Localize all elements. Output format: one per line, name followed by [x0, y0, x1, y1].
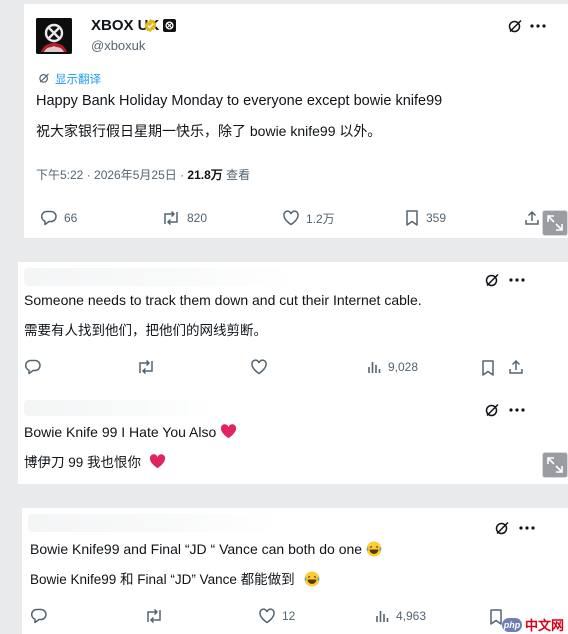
views-button[interactable]: 4,963 — [374, 608, 426, 624]
reply-translation: 需要有人找到他们，把他们的网线剪断。 — [24, 323, 267, 338]
like-count: 1.2万 — [306, 211, 335, 226]
red-heart-icon — [145, 454, 166, 470]
main-post-card: XBOX UK @xboxuk 显示翻译 Happy Bank Holiday … — [24, 4, 568, 238]
reply-icon[interactable] — [30, 607, 48, 625]
grok-icon[interactable] — [507, 18, 523, 34]
reply-text: Bowie Knife99 and Final “JD “ Vance can … — [30, 541, 382, 557]
like-button[interactable]: 12 — [258, 607, 295, 625]
like-count: 12 — [282, 609, 296, 623]
reply-icon[interactable] — [24, 358, 42, 376]
repost-icon[interactable] — [144, 607, 164, 625]
share-icon[interactable] — [524, 210, 540, 226]
views-label[interactable]: 查看 — [223, 168, 250, 182]
reply-icon — [40, 209, 58, 227]
affiliate-badge-icon[interactable] — [163, 19, 176, 37]
reply-thread-card: Someone needs to track them down and cut… — [18, 262, 568, 484]
reply-text: Bowie Knife 99 I Hate You Also — [24, 424, 237, 440]
reply-text: Someone needs to track them down and cut… — [24, 292, 422, 308]
laughing-emoji-icon — [298, 571, 320, 587]
post-timestamp[interactable]: 下午5:22 · 2026年5月25日 · — [36, 168, 187, 182]
post-meta: 下午5:22 · 2026年5月25日 · 21.8万 查看 — [36, 166, 250, 183]
more-options-icon[interactable] — [519, 526, 535, 530]
expand-icon — [546, 456, 564, 479]
reply-text-content: Bowie Knife99 and Final “JD “ Vance can … — [30, 541, 363, 557]
views-count: 21.8万 — [187, 168, 223, 182]
heart-outline-icon — [282, 209, 300, 227]
site-watermark: php 中文网 — [501, 615, 564, 634]
expand-icon — [546, 214, 564, 237]
author-handle[interactable]: @xboxuk — [91, 38, 145, 53]
show-translation-link[interactable]: 显示翻译 — [55, 71, 101, 87]
reply-text-content: Bowie Knife 99 I Hate You Also — [24, 424, 217, 440]
post-text: Happy Bank Holiday Monday to everyone ex… — [36, 93, 443, 109]
views-count: 4,963 — [396, 609, 427, 623]
expand-image-button[interactable] — [542, 210, 568, 236]
views-button[interactable]: 9,028 — [366, 359, 418, 375]
share-icon[interactable] — [508, 359, 524, 375]
grok-icon[interactable] — [484, 272, 500, 288]
watermark-logo: php — [501, 617, 522, 632]
more-options-icon[interactable] — [509, 278, 525, 282]
reply-count: 66 — [64, 211, 78, 225]
verified-badge-icon — [143, 18, 158, 38]
laughing-emoji-icon — [366, 541, 382, 557]
more-options-icon[interactable] — [530, 24, 546, 28]
heart-outline-icon — [258, 607, 276, 625]
red-heart-icon — [220, 424, 237, 440]
grok-icon[interactable] — [484, 402, 500, 418]
bookmark-button[interactable]: 359 — [404, 209, 446, 227]
blurred-author-bar — [28, 514, 278, 532]
heart-outline-icon[interactable] — [250, 358, 268, 376]
grok-icon[interactable] — [494, 520, 510, 536]
blurred-author-bar — [24, 400, 214, 416]
reply-translation-content: 博伊刀 99 我也恨你 — [24, 455, 142, 470]
post-translation: 祝大家银行假日星期一快乐，除了 bowie knife99 以外。 — [36, 123, 382, 139]
repost-count: 820 — [187, 211, 208, 225]
reply-translation: 博伊刀 99 我也恨你 — [24, 451, 166, 471]
bookmark-icon — [404, 209, 420, 227]
reply-translation-content: Bowie Knife99 和 Final “JD” Vance 都能做到 — [30, 572, 295, 587]
analytics-icon — [374, 608, 390, 624]
translate-icon[interactable] — [38, 72, 50, 84]
like-button[interactable]: 1.2万 — [282, 209, 335, 227]
reply-translation: Bowie Knife99 和 Final “JD” Vance 都能做到 — [30, 568, 320, 588]
expand-image-button[interactable] — [542, 452, 568, 478]
avatar[interactable] — [36, 18, 72, 54]
blurred-author-bar — [24, 268, 294, 286]
reply-card: Bowie Knife99 and Final “JD “ Vance can … — [22, 508, 568, 634]
repost-button[interactable]: 820 — [161, 209, 207, 227]
views-count: 9,028 — [388, 360, 419, 374]
reply-button[interactable]: 66 — [40, 209, 77, 227]
more-options-icon[interactable] — [509, 408, 525, 412]
repost-icon[interactable] — [136, 358, 156, 376]
watermark-label: 中文网 — [524, 618, 564, 633]
repost-icon — [161, 209, 181, 227]
bookmark-icon[interactable] — [480, 359, 496, 377]
analytics-icon — [366, 359, 382, 375]
bookmark-count: 359 — [426, 211, 447, 225]
